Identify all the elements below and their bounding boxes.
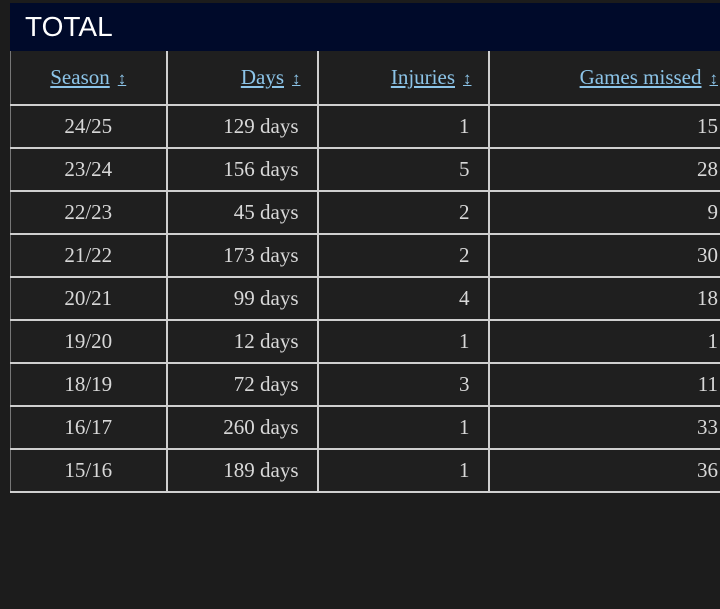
cell-days: 173 days bbox=[165, 233, 319, 278]
cell-injuries: 1 bbox=[316, 319, 490, 364]
sort-arrows-icon[interactable]: ↕ bbox=[463, 69, 472, 88]
cell-games-missed: 9 bbox=[487, 190, 720, 235]
sort-arrows-icon[interactable]: ↕ bbox=[118, 69, 127, 88]
table-header-row: Season ↕ Days ↕ Injuries ↕ Games missed ↕ bbox=[10, 51, 720, 106]
cell-injuries: 3 bbox=[316, 362, 490, 407]
table-row: 24/25 129 days 1 15 bbox=[10, 104, 720, 149]
cell-days: 72 days bbox=[165, 362, 319, 407]
column-header-injuries[interactable]: Injuries ↕ bbox=[316, 51, 490, 106]
cell-games-missed: 33 bbox=[487, 405, 720, 450]
sort-arrows-icon[interactable]: ↕ bbox=[292, 69, 301, 88]
table-row: 20/21 99 days 4 18 bbox=[10, 276, 720, 321]
table-row: 16/17 260 days 1 33 bbox=[10, 405, 720, 450]
cell-days: 129 days bbox=[165, 104, 319, 149]
table-row: 18/19 72 days 3 11 bbox=[10, 362, 720, 407]
sort-arrows-icon[interactable]: ↕ bbox=[710, 69, 719, 88]
cell-games-missed: 30 bbox=[487, 233, 720, 278]
column-header-label[interactable]: Season bbox=[50, 65, 110, 89]
column-header-season[interactable]: Season ↕ bbox=[10, 51, 168, 106]
table-row: 19/20 12 days 1 1 bbox=[10, 319, 720, 364]
cell-games-missed: 15 bbox=[487, 104, 720, 149]
cell-days: 12 days bbox=[165, 319, 319, 364]
cell-injuries: 1 bbox=[316, 405, 490, 450]
table-row: 22/23 45 days 2 9 bbox=[10, 190, 720, 235]
cell-injuries: 5 bbox=[316, 147, 490, 192]
cell-season: 24/25 bbox=[10, 104, 168, 149]
column-header-label[interactable]: Injuries bbox=[391, 65, 455, 89]
table-row: 21/22 173 days 2 30 bbox=[10, 233, 720, 278]
column-header-days[interactable]: Days ↕ bbox=[165, 51, 319, 106]
cell-days: 156 days bbox=[165, 147, 319, 192]
injury-table: Season ↕ Days ↕ Injuries ↕ Games missed ↕ 24/25… bbox=[10, 51, 720, 493]
cell-days: 99 days bbox=[165, 276, 319, 321]
cell-season: 16/17 bbox=[10, 405, 168, 450]
column-header-label[interactable]: Days bbox=[241, 65, 284, 89]
cell-games-missed: 1 bbox=[487, 319, 720, 364]
cell-injuries: 4 bbox=[316, 276, 490, 321]
cell-injuries: 2 bbox=[316, 190, 490, 235]
cell-games-missed: 28 bbox=[487, 147, 720, 192]
table-row: 23/24 156 days 5 28 bbox=[10, 147, 720, 192]
cell-season: 15/16 bbox=[10, 448, 168, 493]
column-header-games-missed[interactable]: Games missed ↕ bbox=[487, 51, 720, 106]
cell-season: 18/19 bbox=[10, 362, 168, 407]
cell-season: 21/22 bbox=[10, 233, 168, 278]
injury-table-panel: TOTAL Season ↕ Days ↕ Injuries ↕ Games missed ↕… bbox=[10, 3, 720, 493]
cell-injuries: 2 bbox=[316, 233, 490, 278]
cell-games-missed: 18 bbox=[487, 276, 720, 321]
cell-days: 260 days bbox=[165, 405, 319, 450]
column-header-label[interactable]: Games missed bbox=[580, 65, 702, 89]
cell-injuries: 1 bbox=[316, 448, 490, 493]
cell-season: 19/20 bbox=[10, 319, 168, 364]
cell-injuries: 1 bbox=[316, 104, 490, 149]
panel-title: TOTAL bbox=[10, 3, 720, 51]
cell-days: 45 days bbox=[165, 190, 319, 235]
cell-days: 189 days bbox=[165, 448, 319, 493]
cell-season: 23/24 bbox=[10, 147, 168, 192]
cell-season: 20/21 bbox=[10, 276, 168, 321]
table-row: 15/16 189 days 1 36 bbox=[10, 448, 720, 493]
cell-games-missed: 11 bbox=[487, 362, 720, 407]
cell-games-missed: 36 bbox=[487, 448, 720, 493]
cell-season: 22/23 bbox=[10, 190, 168, 235]
